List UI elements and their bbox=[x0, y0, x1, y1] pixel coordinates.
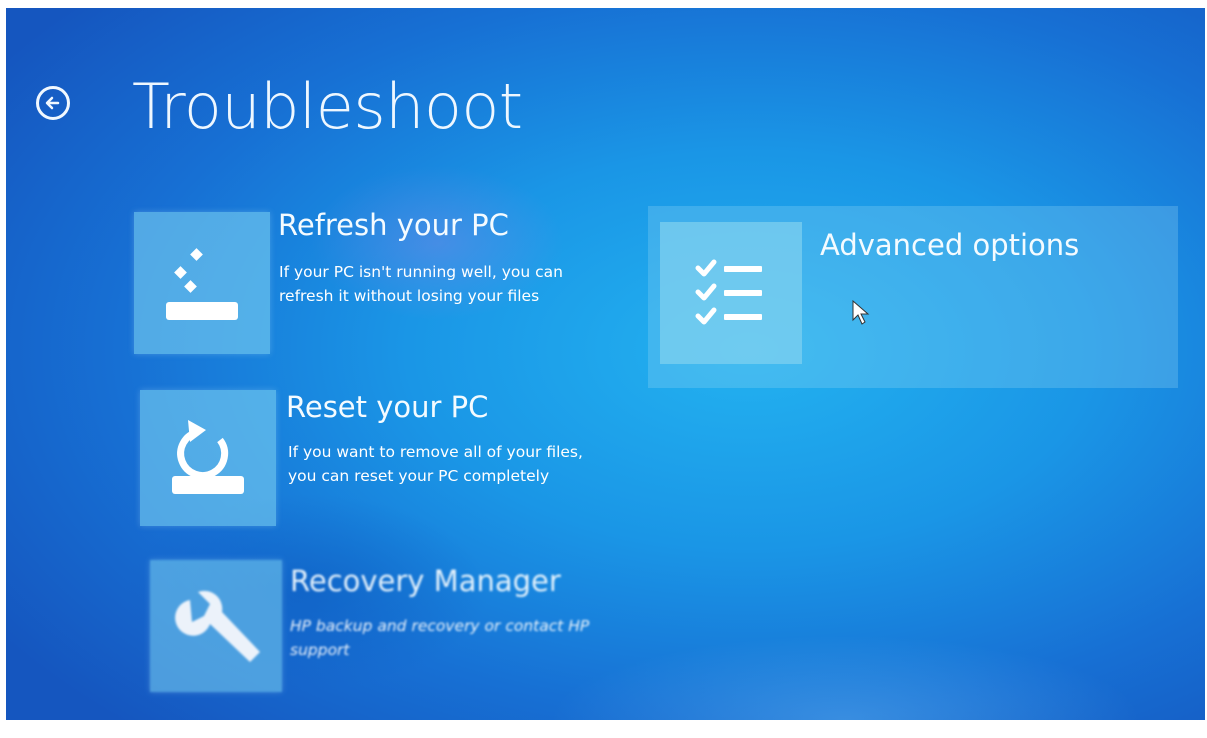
advanced-options-tile[interactable] bbox=[660, 222, 802, 364]
wrench-icon bbox=[175, 590, 260, 662]
refresh-pc-description: If your PC isn't running well, you can r… bbox=[279, 263, 563, 305]
advanced-options-option[interactable]: Advanced options bbox=[648, 206, 1178, 388]
photo-border bbox=[0, 720, 1207, 738]
mouse-cursor-icon bbox=[852, 300, 870, 325]
checklist-icon bbox=[695, 259, 762, 325]
reset-pc-title[interactable]: Reset your PC bbox=[286, 390, 488, 424]
refresh-pc-tile[interactable] bbox=[134, 212, 270, 354]
page-title: Troubleshoot bbox=[132, 70, 523, 143]
recovery-manager-title[interactable]: Recovery Manager bbox=[290, 564, 561, 598]
reset-pc-description: If you want to remove all of your files,… bbox=[288, 443, 583, 485]
recovery-manager-tile[interactable] bbox=[150, 560, 282, 692]
recovery-manager-description: HP backup and recovery or contact HP sup… bbox=[290, 617, 590, 659]
back-button[interactable] bbox=[36, 86, 70, 120]
reset-pc-tile[interactable] bbox=[140, 390, 276, 526]
refresh-pc-icon bbox=[166, 248, 238, 320]
troubleshoot-screen: Troubleshoot Refresh your PC If your PC … bbox=[6, 8, 1205, 720]
back-arrow-circle-icon bbox=[45, 96, 60, 110]
advanced-options-title[interactable]: Advanced options bbox=[820, 228, 1079, 262]
refresh-pc-title[interactable]: Refresh your PC bbox=[278, 208, 509, 242]
reset-pc-icon bbox=[172, 420, 244, 494]
